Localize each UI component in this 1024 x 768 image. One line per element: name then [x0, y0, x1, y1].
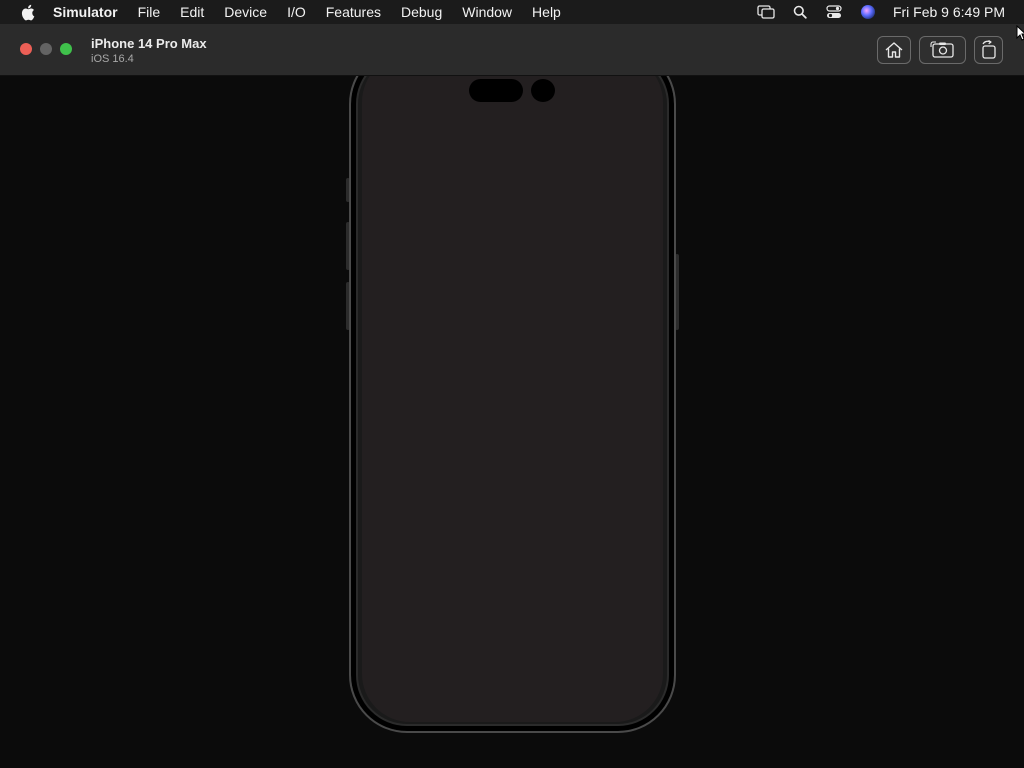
- simulator-titlebar: iPhone 14 Pro Max iOS 16.4: [0, 24, 1024, 76]
- screenshot-icon: [929, 41, 954, 58]
- siri-icon[interactable]: [851, 0, 885, 24]
- menu-device[interactable]: Device: [214, 4, 277, 20]
- simulator-stage: [0, 76, 1024, 768]
- menu-features[interactable]: Features: [316, 4, 391, 20]
- control-center-icon[interactable]: [817, 0, 851, 24]
- home-button[interactable]: [877, 36, 911, 64]
- menu-edit[interactable]: Edit: [170, 4, 214, 20]
- device-name: iPhone 14 Pro Max: [91, 36, 207, 51]
- dynamic-island: [469, 79, 523, 102]
- screenshot-button[interactable]: [919, 36, 966, 64]
- home-icon: [885, 42, 903, 58]
- window-title: iPhone 14 Pro Max iOS 16.4: [91, 36, 207, 66]
- mouse-cursor-icon: [1016, 25, 1024, 41]
- rotate-icon: [981, 40, 996, 59]
- menu-file[interactable]: File: [128, 4, 171, 20]
- spotlight-search-icon[interactable]: [783, 0, 817, 24]
- menu-clock[interactable]: Fri Feb 9 6:49 PM: [885, 4, 1024, 20]
- window-zoom-button[interactable]: [60, 43, 72, 55]
- menu-help[interactable]: Help: [522, 4, 571, 20]
- screen-mirroring-icon[interactable]: [749, 0, 783, 24]
- window-minimize-button[interactable]: [40, 43, 52, 55]
- window-close-button[interactable]: [20, 43, 32, 55]
- device-screen[interactable]: [362, 76, 663, 722]
- menu-simulator[interactable]: Simulator: [53, 4, 128, 20]
- menu-window[interactable]: Window: [452, 4, 522, 20]
- front-camera-icon: [531, 79, 555, 102]
- status-area: Fri Feb 9 6:49 PM: [749, 0, 1024, 24]
- menu-io[interactable]: I/O: [277, 4, 316, 20]
- menu-bar: Simulator File Edit Device I/O Features …: [0, 0, 1024, 24]
- menu-debug[interactable]: Debug: [391, 4, 452, 20]
- device-os-version: iOS 16.4: [91, 53, 134, 65]
- rotate-button[interactable]: [974, 36, 1003, 64]
- apple-logo-icon[interactable]: [18, 3, 36, 21]
